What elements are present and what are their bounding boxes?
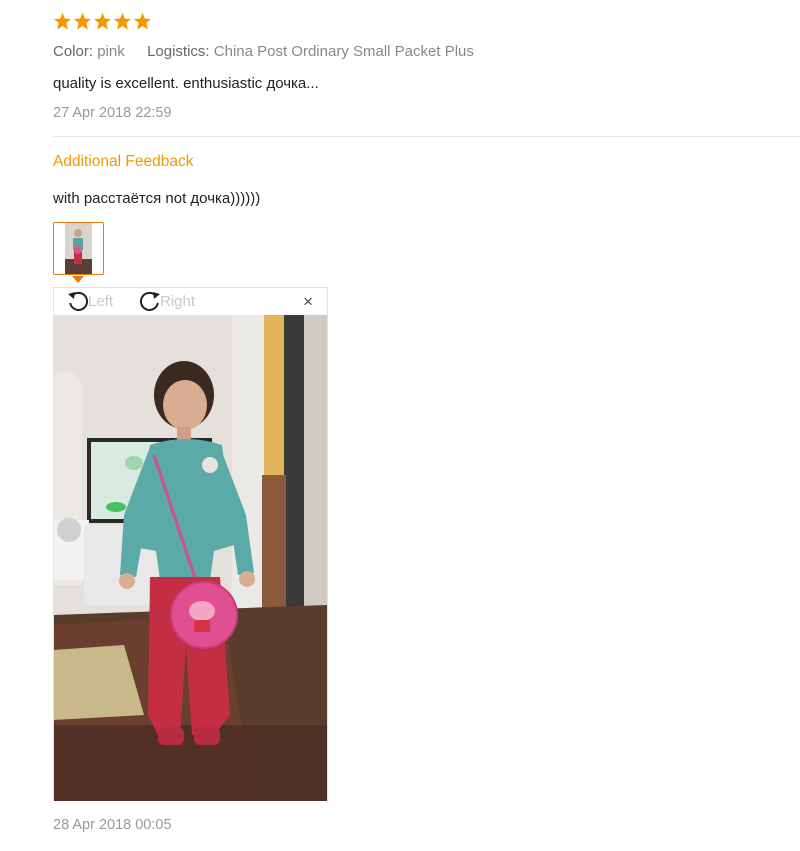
image-viewer: Left Right × [53, 287, 328, 801]
additional-feedback-date: 28 Apr 2018 00:05 [53, 817, 172, 833]
viewer-toolbar: Left Right × [54, 288, 327, 315]
star-icon [113, 12, 132, 30]
star-icon [133, 12, 152, 30]
thumbnail-pointer [72, 276, 84, 283]
additional-feedback-heading: Additional Feedback [53, 153, 194, 170]
review-photo[interactable] [54, 315, 327, 801]
rotate-right-icon [139, 291, 160, 311]
logistics-value: China Post Ordinary Small Packet Plus [213, 43, 474, 60]
star-icon [73, 12, 92, 30]
divider [53, 136, 800, 137]
review-date: 27 Apr 2018 22:59 [53, 105, 172, 121]
close-icon[interactable]: × [303, 293, 313, 310]
color-label: Color: [53, 43, 94, 60]
star-icon [93, 12, 112, 30]
rating-stars [53, 12, 152, 31]
rotate-left-label: Left [88, 292, 114, 310]
rotate-right-label: Right [160, 292, 196, 310]
rotate-left-button[interactable]: Left [66, 289, 113, 313]
additional-feedback-text: with расстаётся not дочка)))))) [53, 190, 261, 207]
logistics-label: Logistics: [147, 43, 210, 60]
rotate-left-icon [68, 291, 89, 311]
color-value: pink [97, 43, 125, 60]
star-icon [53, 12, 72, 30]
review-text: quality is excellent. enthusiastic дочка… [53, 75, 319, 92]
order-meta: Color: pink Logistics: China Post Ordina… [53, 43, 474, 60]
photo-thumbnail[interactable] [53, 222, 104, 275]
rotate-right-button[interactable]: Right [138, 289, 195, 313]
